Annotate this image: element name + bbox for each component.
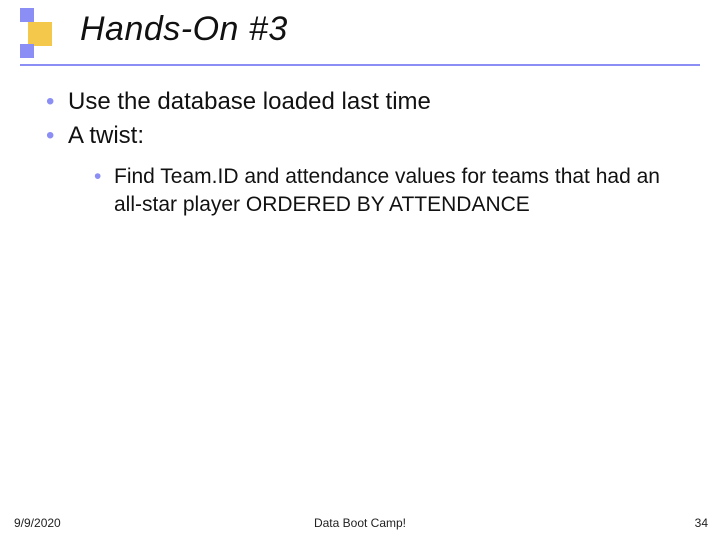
square-accent-yellow xyxy=(28,22,52,46)
bullet-text: A twist: xyxy=(68,122,144,149)
slide-title: Hands-On #3 xyxy=(80,10,288,49)
square-accent-purple xyxy=(20,8,34,22)
slide: Hands-On #3 Use the database loaded last… xyxy=(0,0,720,540)
slide-footer: 9/9/2020 Data Boot Camp! 34 xyxy=(0,510,720,530)
bullet-text: Use the database loaded last time xyxy=(68,88,431,115)
footer-center: Data Boot Camp! xyxy=(0,516,720,530)
title-underline xyxy=(20,64,700,66)
title-decoration xyxy=(20,8,60,60)
list-item: Use the database loaded last time xyxy=(40,86,680,118)
bullet-list-level1: Use the database loaded last time A twis… xyxy=(40,86,680,219)
list-item: A twist: Find Team.ID and attendance val… xyxy=(40,120,680,219)
bullet-list-level2: Find Team.ID and attendance values for t… xyxy=(68,163,680,220)
slide-body: Use the database loaded last time A twis… xyxy=(40,86,680,221)
bullet-text: Find Team.ID and attendance values for t… xyxy=(114,165,660,216)
footer-page-number: 34 xyxy=(695,516,708,530)
square-accent-purple xyxy=(20,44,34,58)
list-item: Find Team.ID and attendance values for t… xyxy=(92,163,680,220)
